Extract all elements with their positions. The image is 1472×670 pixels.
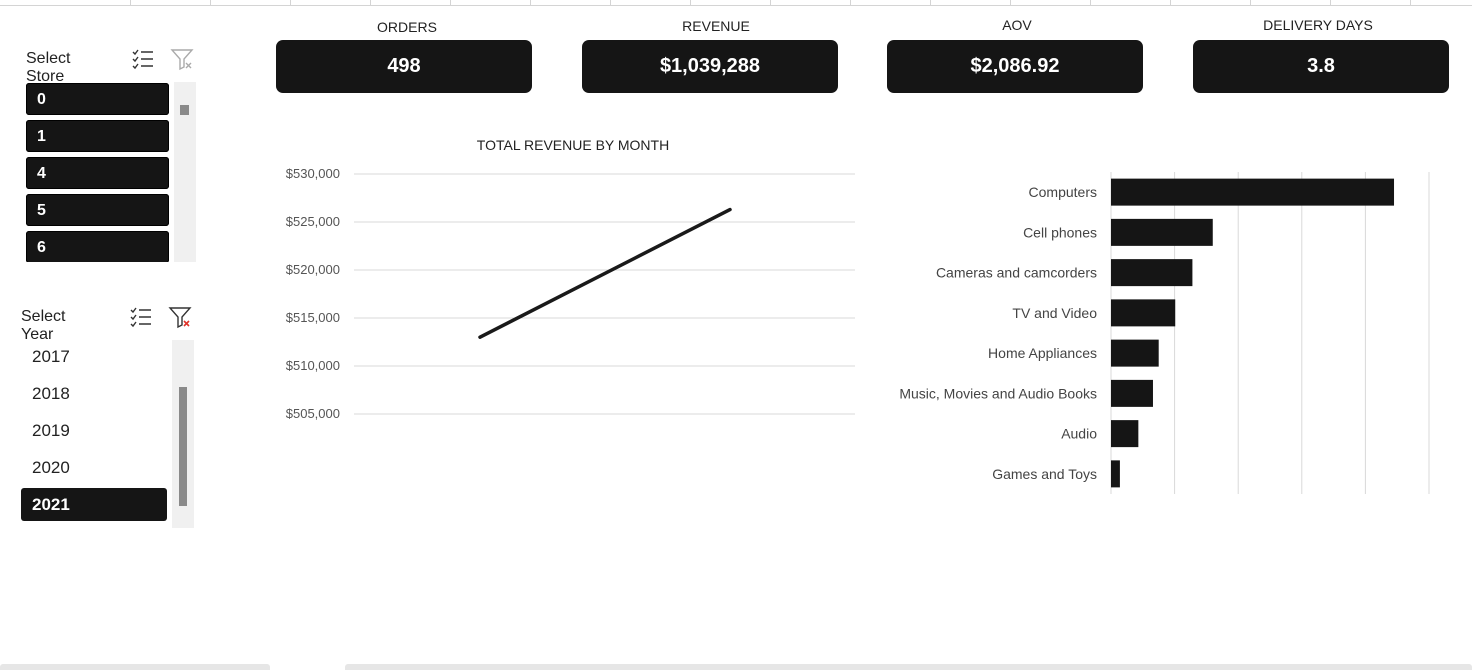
year-item[interactable]: 2019 [21,414,167,447]
horizontal-scrollbar[interactable] [345,664,1472,670]
kpi-value-revenue: $1,039,288 [582,40,838,93]
kpi-label-revenue: REVENUE [682,18,750,34]
kpi-value-aov: $2,086.92 [887,40,1143,93]
multi-select-icon[interactable] [131,47,155,71]
kpi-label-aov: AOV [1002,17,1032,33]
sheet-top-rule [0,0,1472,6]
category-label: Cameras and camcorders [936,265,1097,281]
category-label: Computers [1029,184,1097,200]
category-revenue-bar-chart: Computers Cell phones Cameras and camcorde… [899,172,1430,494]
kpi-label-orders: ORDERS [377,19,437,35]
clear-filter-icon[interactable] [170,47,194,71]
category-label: Games and Toys [992,466,1097,482]
y-tick-label: $530,000 [286,166,340,181]
category-bar [1111,178,1395,206]
year-item[interactable]: 2017 [21,340,167,373]
kpi-label-delivery-days: DELIVERY DAYS [1263,17,1373,33]
category-bar [1111,339,1159,367]
category-label: Cell phones [1023,224,1097,240]
sheet-tab-scroll-left[interactable] [0,664,270,670]
kpi-value-delivery-days: 3.8 [1193,40,1449,93]
y-tick-label: $505,000 [286,406,340,421]
clear-filter-icon[interactable] [168,305,192,329]
category-bar [1111,218,1213,246]
y-tick-label: $515,000 [286,310,340,325]
revenue-by-month-chart: TOTAL REVENUE BY MONTH $505,000 $510,000 $… [286,137,855,421]
category-label: TV and Video [1012,305,1097,321]
year-scrollbar-thumb[interactable] [179,387,187,506]
store-item[interactable]: 0 [26,83,169,115]
category-bar [1111,259,1193,287]
year-item[interactable]: 2018 [21,377,167,410]
chart-title: TOTAL REVENUE BY MONTH [477,137,669,153]
store-slicer-list: 0 1 4 5 6 [26,82,171,262]
category-label: Music, Movies and Audio Books [899,385,1097,401]
y-tick-label: $525,000 [286,214,340,229]
category-bar [1111,299,1176,327]
category-label: Audio [1061,426,1097,442]
year-item[interactable]: 2020 [21,451,167,484]
category-label: Home Appliances [988,345,1097,361]
y-tick-label: $520,000 [286,262,340,277]
year-slicer-list: 2017 2018 2019 2020 2021 [21,340,169,525]
store-scrollbar[interactable] [174,82,196,262]
year-slicer-title: Select Year [21,308,66,343]
store-item[interactable]: 6 [26,231,169,262]
store-item[interactable]: 5 [26,194,169,226]
kpi-value-orders: 498 [276,40,532,93]
category-bar [1111,460,1120,488]
year-item-selected[interactable]: 2021 [21,488,167,521]
y-tick-label: $510,000 [286,358,340,373]
store-scrollbar-thumb[interactable] [180,105,189,115]
category-bar [1111,420,1139,448]
multi-select-icon[interactable] [129,305,153,329]
store-slicer-title: Select Store [26,50,71,85]
store-item[interactable]: 4 [26,157,169,189]
store-item[interactable]: 1 [26,120,169,152]
year-scrollbar[interactable] [172,340,194,528]
category-bar [1111,379,1153,407]
